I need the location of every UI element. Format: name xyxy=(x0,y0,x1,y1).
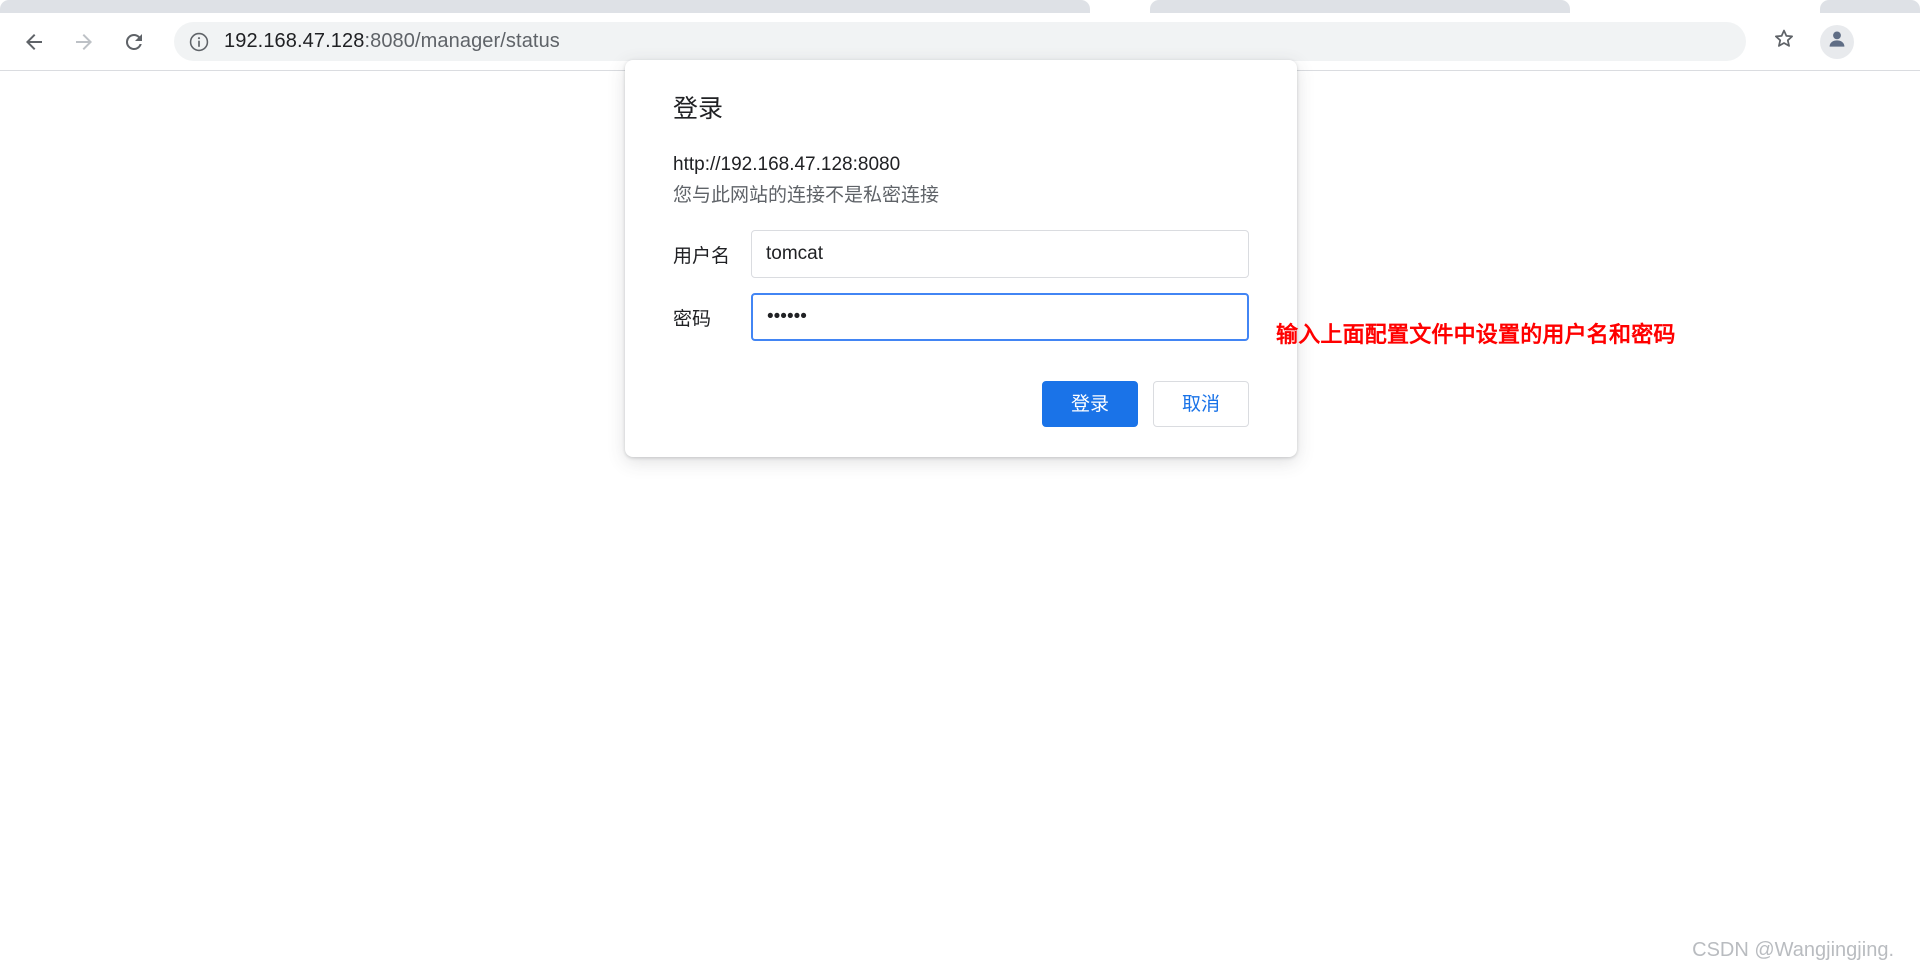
dialog-origin-url: http://192.168.47.128:8080 xyxy=(673,154,901,175)
submit-button[interactable]: 登录 xyxy=(1042,381,1138,428)
dialog-security-notice: 您与此网站的连接不是私密连接 xyxy=(673,184,940,206)
dialog-actions: 登录 取消 xyxy=(651,381,1249,428)
password-input[interactable] xyxy=(751,293,1249,342)
browser-tab[interactable] xyxy=(1150,0,1570,13)
forward-button[interactable] xyxy=(64,22,104,62)
url-text: 192.168.47.128:8080/manager/status xyxy=(224,30,560,53)
toolbar-actions xyxy=(1764,22,1910,62)
url-path: :8080/manager/status xyxy=(364,30,560,52)
back-button[interactable] xyxy=(14,22,54,62)
bookmark-button[interactable] xyxy=(1764,22,1804,62)
watermark: CSDN @Wangjingjing. xyxy=(1692,939,1894,961)
arrow-left-icon xyxy=(22,30,46,54)
avatar-icon xyxy=(1825,27,1849,56)
browser-tab[interactable] xyxy=(0,0,1090,13)
username-input[interactable] xyxy=(751,230,1249,279)
annotation-text: 输入上面配置文件中设置的用户名和密码 xyxy=(1276,322,1676,347)
username-label: 用户名 xyxy=(673,245,731,267)
address-bar[interactable]: 192.168.47.128:8080/manager/status xyxy=(174,22,1746,61)
profile-button[interactable] xyxy=(1820,24,1854,59)
cancel-button[interactable]: 取消 xyxy=(1153,381,1249,428)
reload-button[interactable] xyxy=(114,22,154,62)
reload-icon xyxy=(122,30,146,54)
basic-auth-dialog: 登录 http://192.168.47.128:8080 您与此网站的连接不是… xyxy=(625,60,1297,458)
browser-tab[interactable] xyxy=(1820,0,1920,13)
info-circle-icon[interactable] xyxy=(188,31,210,53)
browser-window: 192.168.47.128:8080/manager/status 登录 ht… xyxy=(0,0,1920,978)
browser-menu-button[interactable] xyxy=(1868,22,1902,62)
star-icon xyxy=(1771,26,1797,57)
tab-strip xyxy=(0,0,1920,13)
dialog-title: 登录 xyxy=(673,95,724,123)
password-row: 密码 xyxy=(673,293,1271,342)
password-label: 密码 xyxy=(673,308,712,330)
username-row: 用户名 xyxy=(673,230,1271,279)
arrow-right-icon xyxy=(72,30,96,54)
url-host: 192.168.47.128 xyxy=(224,30,365,52)
page-viewport: 登录 http://192.168.47.128:8080 您与此网站的连接不是… xyxy=(0,60,1920,978)
